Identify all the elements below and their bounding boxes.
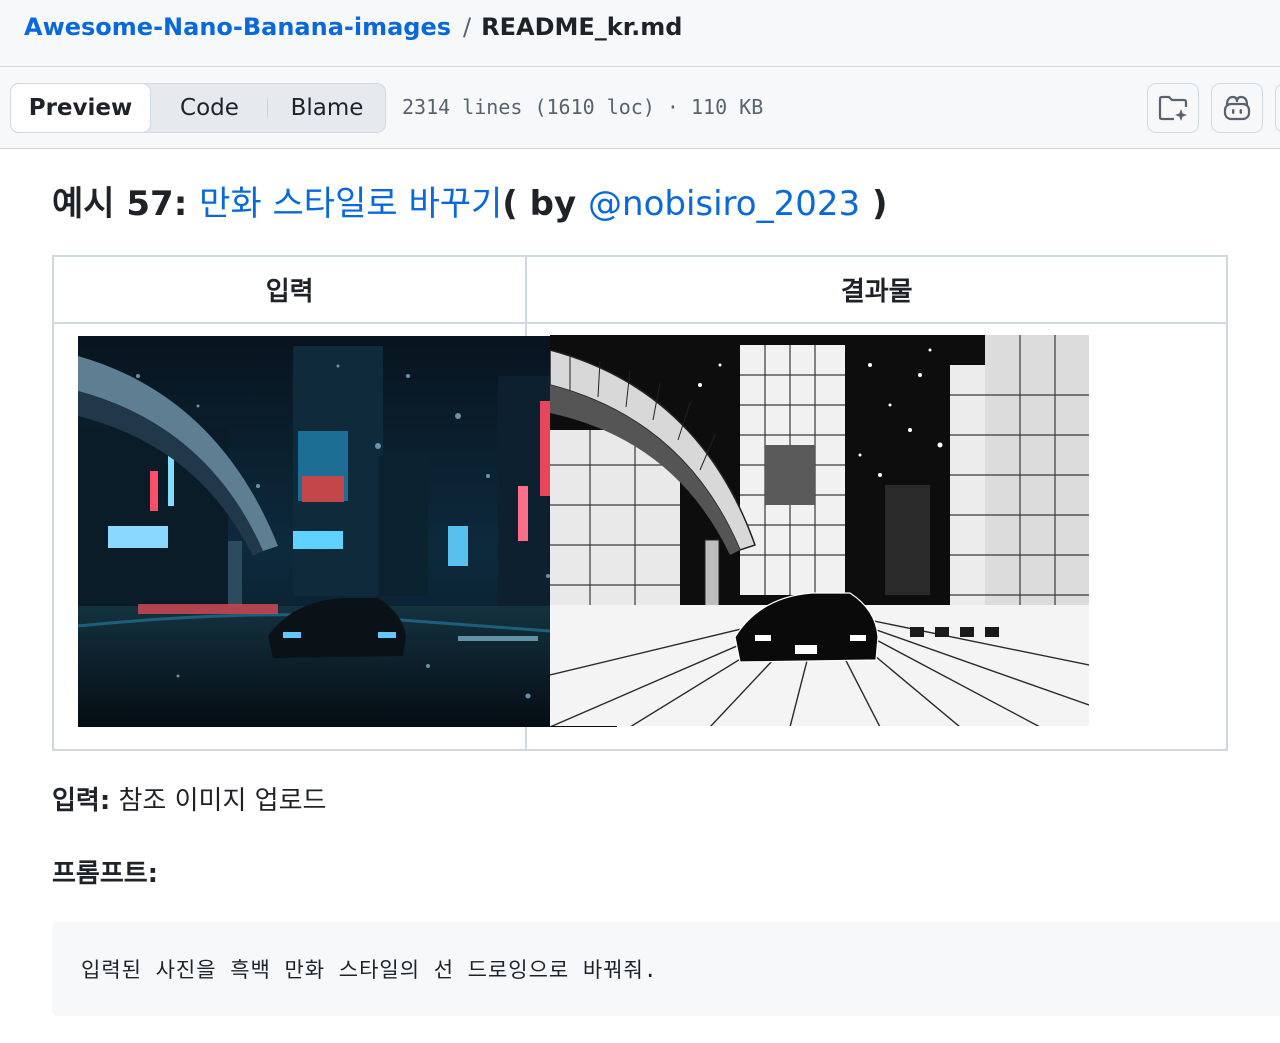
folder-copilot-button[interactable]	[1147, 83, 1199, 133]
tab-code[interactable]: Code	[152, 84, 267, 132]
folder-copilot-icon	[1158, 95, 1188, 121]
prompt-heading: 프롬프트:	[52, 857, 158, 891]
table-header-row: 입력 결과물	[51, 255, 1228, 324]
prompt-code-text: 입력된 사진을 흑백 만화 스타일의 선 드로잉으로 바꿔줘.	[81, 958, 658, 982]
header-output: 결과물	[525, 255, 1228, 324]
breadcrumb-separator: /	[463, 13, 472, 41]
input-description: 입력: 참조 이미지 업로드	[52, 784, 326, 818]
heading-title-link[interactable]: 만화 스타일로 바꾸기	[199, 184, 502, 224]
header-input: 입력	[51, 255, 528, 324]
comparison-table: 입력 결과물	[51, 255, 1228, 751]
copilot-icon	[1223, 95, 1251, 121]
copilot-button[interactable]	[1211, 83, 1263, 133]
prompt-label: 프롬프트:	[52, 859, 159, 889]
input-cell	[51, 322, 617, 751]
output-image[interactable]	[550, 335, 1090, 726]
table-row	[51, 322, 1228, 751]
heading-prefix: 예시 57:	[52, 184, 200, 224]
example-heading: 예시 57: 만화 스타일로 바꾸기( by @nobisiro_2023 )	[52, 182, 888, 226]
tab-preview[interactable]: Preview	[10, 83, 151, 133]
author-link[interactable]: @nobisiro_2023	[588, 184, 860, 224]
file-name: README_kr.md	[481, 13, 683, 41]
prompt-code-block: 입력된 사진을 흑백 만화 스타일의 선 드로잉으로 바꿔줘.	[52, 922, 1280, 1016]
more-actions-button[interactable]	[1275, 83, 1280, 133]
breadcrumb-bar: Awesome-Nano-Banana-images / README_kr.md	[0, 0, 1280, 67]
input-text: 참조 이미지 업로드	[110, 786, 327, 816]
breadcrumb: Awesome-Nano-Banana-images / README_kr.md	[24, 12, 682, 42]
tab-blame[interactable]: Blame	[268, 84, 386, 132]
heading-by: ( by	[502, 184, 589, 224]
file-header: Code Blame Preview 2314 lines (1610 loc)…	[0, 67, 1280, 149]
file-info: 2314 lines (1610 loc) · 110 KB	[402, 95, 764, 119]
heading-close: )	[860, 184, 888, 224]
view-mode-segmented-control: Code Blame Preview	[10, 83, 386, 133]
input-label: 입력:	[52, 786, 111, 816]
output-cell	[525, 322, 1228, 751]
repo-link[interactable]: Awesome-Nano-Banana-images	[24, 13, 451, 41]
